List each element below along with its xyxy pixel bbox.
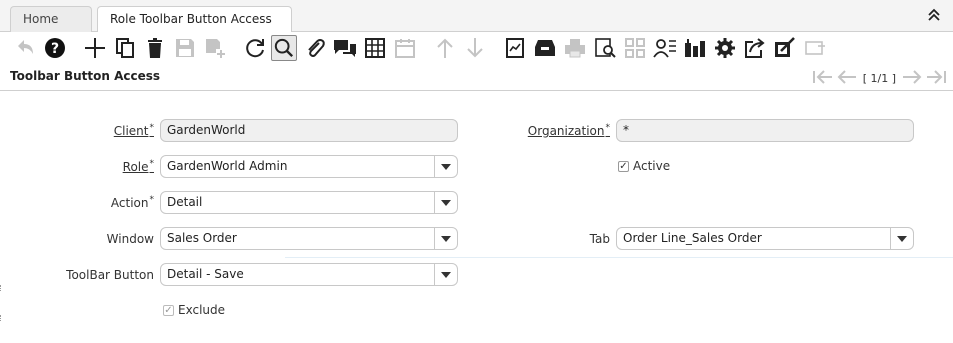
client-value: GardenWorld	[167, 123, 246, 137]
page-title: Toolbar Button Access	[10, 69, 161, 83]
role-label-text: Role	[122, 160, 149, 174]
last-record-icon[interactable]	[925, 69, 947, 88]
client-field[interactable]: GardenWorld	[160, 119, 458, 142]
tab-active-label: Role Toolbar Button Access	[110, 12, 272, 26]
app-window: Home (29) Role Toolbar Button Access ✖ ?	[0, 0, 953, 343]
window-value: Sales Order	[167, 231, 237, 245]
delete-icon[interactable]	[142, 35, 168, 61]
action-label-text: Action	[110, 196, 149, 210]
new-record-icon[interactable]	[82, 35, 108, 61]
role-required-mark: *	[149, 159, 155, 169]
quick-form-icon[interactable]	[802, 35, 828, 61]
dropdown-arrow-icon[interactable]	[434, 156, 457, 177]
exclude-checkbox[interactable]: ✓ Exclude	[163, 303, 225, 317]
settings-icon[interactable]	[712, 35, 738, 61]
refresh-icon[interactable]	[242, 35, 268, 61]
tab-home[interactable]: Home (29)	[10, 6, 92, 50]
role-value: GardenWorld Admin	[167, 159, 288, 173]
client-required-mark: *	[149, 123, 155, 133]
save-icon[interactable]	[172, 35, 198, 61]
detail-header: Toolbar Button Access [ 1/1 ]	[0, 64, 953, 91]
dropdown-arrow-icon[interactable]	[434, 192, 457, 213]
exclude-check-box-icon[interactable]: ✓	[163, 304, 174, 316]
request-icon[interactable]	[652, 35, 678, 61]
tab-bar: Home (29) Role Toolbar Button Access ✖	[0, 0, 953, 50]
client-label: Client*	[60, 123, 154, 138]
dropdown-arrow-icon[interactable]	[434, 264, 457, 285]
panel-collapse-handle[interactable]	[0, 315, 3, 321]
svg-text:?: ?	[51, 41, 59, 57]
previous-record-icon[interactable]	[836, 69, 858, 88]
organization-value: *	[623, 123, 629, 137]
action-select[interactable]: Detail	[160, 191, 458, 214]
calendar-icon[interactable]	[392, 35, 418, 61]
report-icon[interactable]	[502, 35, 528, 61]
archive-icon[interactable]	[532, 35, 558, 61]
window-select[interactable]: Sales Order	[160, 227, 458, 250]
active-check-box-icon[interactable]: ✓	[618, 160, 629, 172]
zoom-across-icon[interactable]	[622, 35, 648, 61]
find-icon[interactable]	[271, 35, 297, 61]
organization-label: Organization*	[500, 123, 610, 138]
action-value: Detail	[167, 195, 203, 209]
active-label: Active	[633, 159, 671, 173]
detail-form: Client* GardenWorld Organization* * Role…	[0, 92, 953, 343]
toolbar-button-value: Detail - Save	[167, 267, 244, 281]
help-icon[interactable]: ?	[42, 35, 68, 61]
client-label-text: Client	[113, 124, 149, 138]
panel-resize-handle[interactable]	[0, 285, 3, 291]
organization-field[interactable]: *	[616, 119, 914, 142]
print-icon[interactable]	[562, 35, 588, 61]
detail-record-icon[interactable]	[462, 35, 488, 61]
record-counter: [ 1/1 ]	[862, 71, 896, 85]
action-required-mark: *	[149, 195, 155, 205]
window-label: Window	[106, 232, 154, 246]
workflow-icon[interactable]	[772, 35, 798, 61]
tab-value: Order Line_Sales Order	[623, 231, 762, 245]
toolbar: ?	[0, 32, 953, 64]
role-label: Role*	[60, 159, 154, 174]
dropdown-arrow-icon[interactable]	[890, 228, 913, 249]
export-icon[interactable]	[742, 35, 768, 61]
organization-label-text: Organization	[527, 124, 605, 138]
toolbar-button-label: ToolBar Button	[66, 268, 154, 282]
role-select[interactable]: GardenWorld Admin	[160, 155, 458, 178]
action-label: Action*	[60, 195, 154, 210]
chat-icon[interactable]	[332, 35, 358, 61]
save-and-new-icon[interactable]	[202, 35, 228, 61]
dropdown-arrow-icon[interactable]	[434, 228, 457, 249]
tab-select[interactable]: Order Line_Sales Order	[616, 227, 914, 250]
organization-required-mark: *	[605, 123, 611, 133]
exclude-label: Exclude	[178, 303, 226, 317]
parent-record-icon[interactable]	[432, 35, 458, 61]
toolbar-button-select[interactable]: Detail - Save	[160, 263, 458, 286]
active-checkbox[interactable]: ✓ Active	[618, 159, 670, 173]
record-navigation: [ 1/1 ]	[812, 68, 947, 88]
collapse-up-icon[interactable]	[927, 8, 941, 22]
first-record-icon[interactable]	[812, 69, 834, 88]
undo-icon[interactable]	[12, 35, 38, 61]
tab-role-toolbar-button-access[interactable]: Role Toolbar Button Access ✖	[97, 6, 292, 50]
next-record-icon[interactable]	[901, 69, 923, 88]
product-info-icon[interactable]	[682, 35, 708, 61]
print-preview-icon[interactable]	[592, 35, 618, 61]
grid-toggle-icon[interactable]	[362, 35, 388, 61]
copy-record-icon[interactable]	[112, 35, 138, 61]
tab-label: Tab	[589, 232, 610, 246]
attachment-icon[interactable]	[302, 35, 328, 61]
focus-divider	[285, 257, 953, 258]
